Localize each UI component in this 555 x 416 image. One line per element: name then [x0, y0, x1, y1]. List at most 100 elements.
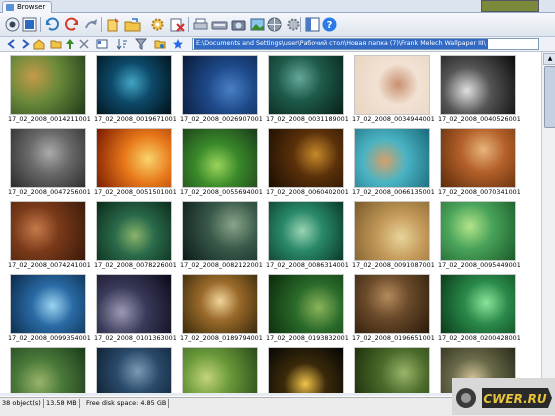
thumbnail-caption: 17_02_2008_00742410014... [8, 261, 90, 269]
folder-icon[interactable] [50, 38, 62, 50]
thumbnail-image[interactable] [10, 128, 86, 188]
tab-browser[interactable]: Browser [2, 1, 53, 13]
thumbnail-image[interactable] [354, 55, 430, 115]
thumbnail-item[interactable]: 17_02_2008_00556940014... [172, 125, 262, 198]
thumbnail-item[interactable] [344, 344, 430, 393]
thumbnail-image[interactable] [268, 128, 344, 188]
help-button[interactable]: ? [321, 16, 338, 33]
thumbnail-item[interactable]: 17_02_2008_00782260014... [86, 198, 176, 271]
refresh-button[interactable] [44, 16, 61, 33]
close-icon[interactable] [78, 38, 90, 50]
thumbnail-item[interactable]: 17_02_2008_00515010014... [86, 125, 176, 198]
thumbnail-item[interactable]: 17_02_2008_00661350014... [344, 125, 434, 198]
scrollbar-thumb[interactable] [544, 66, 555, 128]
thumbnail-item[interactable]: 17_02_2008_01966510014... [344, 271, 434, 344]
thumbnail-grid: 17_02_2008_00142110014... 17_02_2008_0019… [0, 52, 532, 393]
thumbnail-image[interactable] [440, 201, 516, 261]
forward-arrow-icon[interactable] [19, 38, 31, 50]
web-button[interactable] [266, 16, 283, 33]
thumbnail-image[interactable] [96, 274, 172, 334]
thumbnail-item[interactable]: 17_02_2008_00196710014... [86, 52, 176, 125]
thumbnail-item[interactable]: 17_02_2008_00311890014... [258, 52, 348, 125]
thumbnail-image[interactable] [182, 201, 258, 261]
up-folder-icon[interactable] [64, 38, 76, 50]
thumbnail-image[interactable] [354, 128, 430, 188]
thumbnail-image[interactable] [268, 347, 344, 393]
settings-button[interactable] [149, 16, 166, 33]
thumbnail-item[interactable]: 17_02_2008_01013630014... [86, 271, 176, 344]
thumbnail-item[interactable]: 17_02_2008_00472560014... [0, 125, 90, 198]
scan-button[interactable] [211, 16, 228, 33]
browser-icon-button[interactable] [21, 16, 38, 33]
favorite-folder-icon[interactable] [154, 38, 166, 50]
home-folder-icon[interactable] [33, 38, 45, 50]
thumbnail-caption: 17_02_2008_00993540014... [8, 334, 90, 342]
thumbnail-image[interactable] [96, 128, 172, 188]
thumbnail-image[interactable] [354, 274, 430, 334]
camera-button[interactable] [230, 16, 247, 33]
thumbnail-item[interactable]: 17_02_2008_00349440014... [344, 52, 434, 125]
thumbnail-image[interactable] [354, 201, 430, 261]
thumbnail-item[interactable]: 17_02_2008_00821220014... [172, 198, 262, 271]
thumbnail-image[interactable] [182, 274, 258, 334]
home-button[interactable] [4, 16, 21, 33]
thumbnail-image[interactable] [10, 55, 86, 115]
panel-toggle-button[interactable] [304, 16, 321, 33]
thumbnail-image[interactable] [10, 274, 86, 334]
status-free-space: Free disk space: 4.85 GB [84, 399, 170, 408]
filter-icon[interactable] [135, 38, 147, 50]
thumbnail-item[interactable]: 17_02_2008_00142110014... [0, 52, 90, 125]
print-button[interactable] [192, 16, 209, 33]
vertical-scrollbar[interactable]: ▲ ▼ [541, 52, 555, 393]
thumbnail-image[interactable] [440, 274, 516, 334]
thumbnail-image[interactable] [182, 55, 258, 115]
thumbnail-item[interactable]: 17_02_2008_00863140014... [258, 198, 348, 271]
thumbnail-caption: 17_02_2008_00269070014... [180, 115, 262, 123]
thumbnail-image[interactable] [10, 201, 86, 261]
star-icon[interactable] [172, 38, 184, 50]
thumbnail-item[interactable] [172, 344, 258, 393]
view-mode-icon[interactable] [96, 38, 108, 50]
scroll-up-arrow-icon[interactable]: ▲ [543, 53, 555, 65]
thumbnail-item[interactable]: 17_02_2008_01938320014... [258, 271, 348, 344]
thumbnail-item[interactable]: 17_02_2008_00993540014... [0, 271, 90, 344]
delete-button[interactable] [169, 16, 186, 33]
thumbnail-image[interactable] [268, 201, 344, 261]
thumbnail-item[interactable]: 17_02_2008_00742410014... [0, 198, 90, 271]
thumbnail-image[interactable] [354, 347, 430, 393]
undo-button[interactable] [63, 16, 80, 33]
thumbnail-item[interactable] [0, 344, 86, 393]
thumbnail-item[interactable]: 17_02_2008_00703410014... [430, 125, 520, 198]
thumbnail-image[interactable] [268, 274, 344, 334]
address-path-text: E:\Documents and Settings\user\Рабочий с… [194, 39, 488, 49]
thumbnail-item[interactable]: 17_02_2008_00604020014... [258, 125, 348, 198]
svg-text:CWER.RU: CWER.RU [483, 392, 547, 406]
thumbnail-item[interactable]: 17_02_2008_00954490014... [430, 198, 520, 271]
thumbnail-item[interactable]: 17_02_2008_00269070014... [172, 52, 262, 125]
address-input[interactable]: E:\Documents and Settings\user\Рабочий с… [192, 38, 539, 50]
image-editor-button[interactable] [249, 16, 266, 33]
move-to-button[interactable] [124, 16, 141, 33]
thumbnail-image[interactable] [96, 347, 172, 393]
preview-thumbnail [481, 0, 539, 12]
thumbnail-image[interactable] [440, 55, 516, 115]
thumbnail-item[interactable]: 17_02_2008_00910870014... [344, 198, 434, 271]
thumbnail-caption: 17_02_2008_01013630014... [94, 334, 176, 342]
thumbnail-image[interactable] [10, 347, 86, 393]
thumbnail-image[interactable] [96, 55, 172, 115]
thumbnail-image[interactable] [182, 347, 258, 393]
copy-to-button[interactable] [105, 16, 122, 33]
thumbnail-item[interactable] [86, 344, 172, 393]
thumbnail-caption: 17_02_2008_00142110014... [8, 115, 90, 123]
thumbnail-image[interactable] [96, 201, 172, 261]
thumbnail-image[interactable] [440, 128, 516, 188]
thumbnail-item[interactable]: 17_02_2008_00405260014... [430, 52, 520, 125]
thumbnail-image[interactable] [182, 128, 258, 188]
thumbnail-item[interactable] [258, 344, 344, 393]
thumbnail-item[interactable]: 17_02_2008_01897940014... [172, 271, 262, 344]
sort-icon[interactable] [116, 38, 128, 50]
thumbnail-image[interactable] [268, 55, 344, 115]
thumbnail-item[interactable]: 17_02_2008_02004280014... [430, 271, 520, 344]
back-arrow-icon[interactable] [6, 38, 18, 50]
redo-button[interactable] [82, 16, 99, 33]
